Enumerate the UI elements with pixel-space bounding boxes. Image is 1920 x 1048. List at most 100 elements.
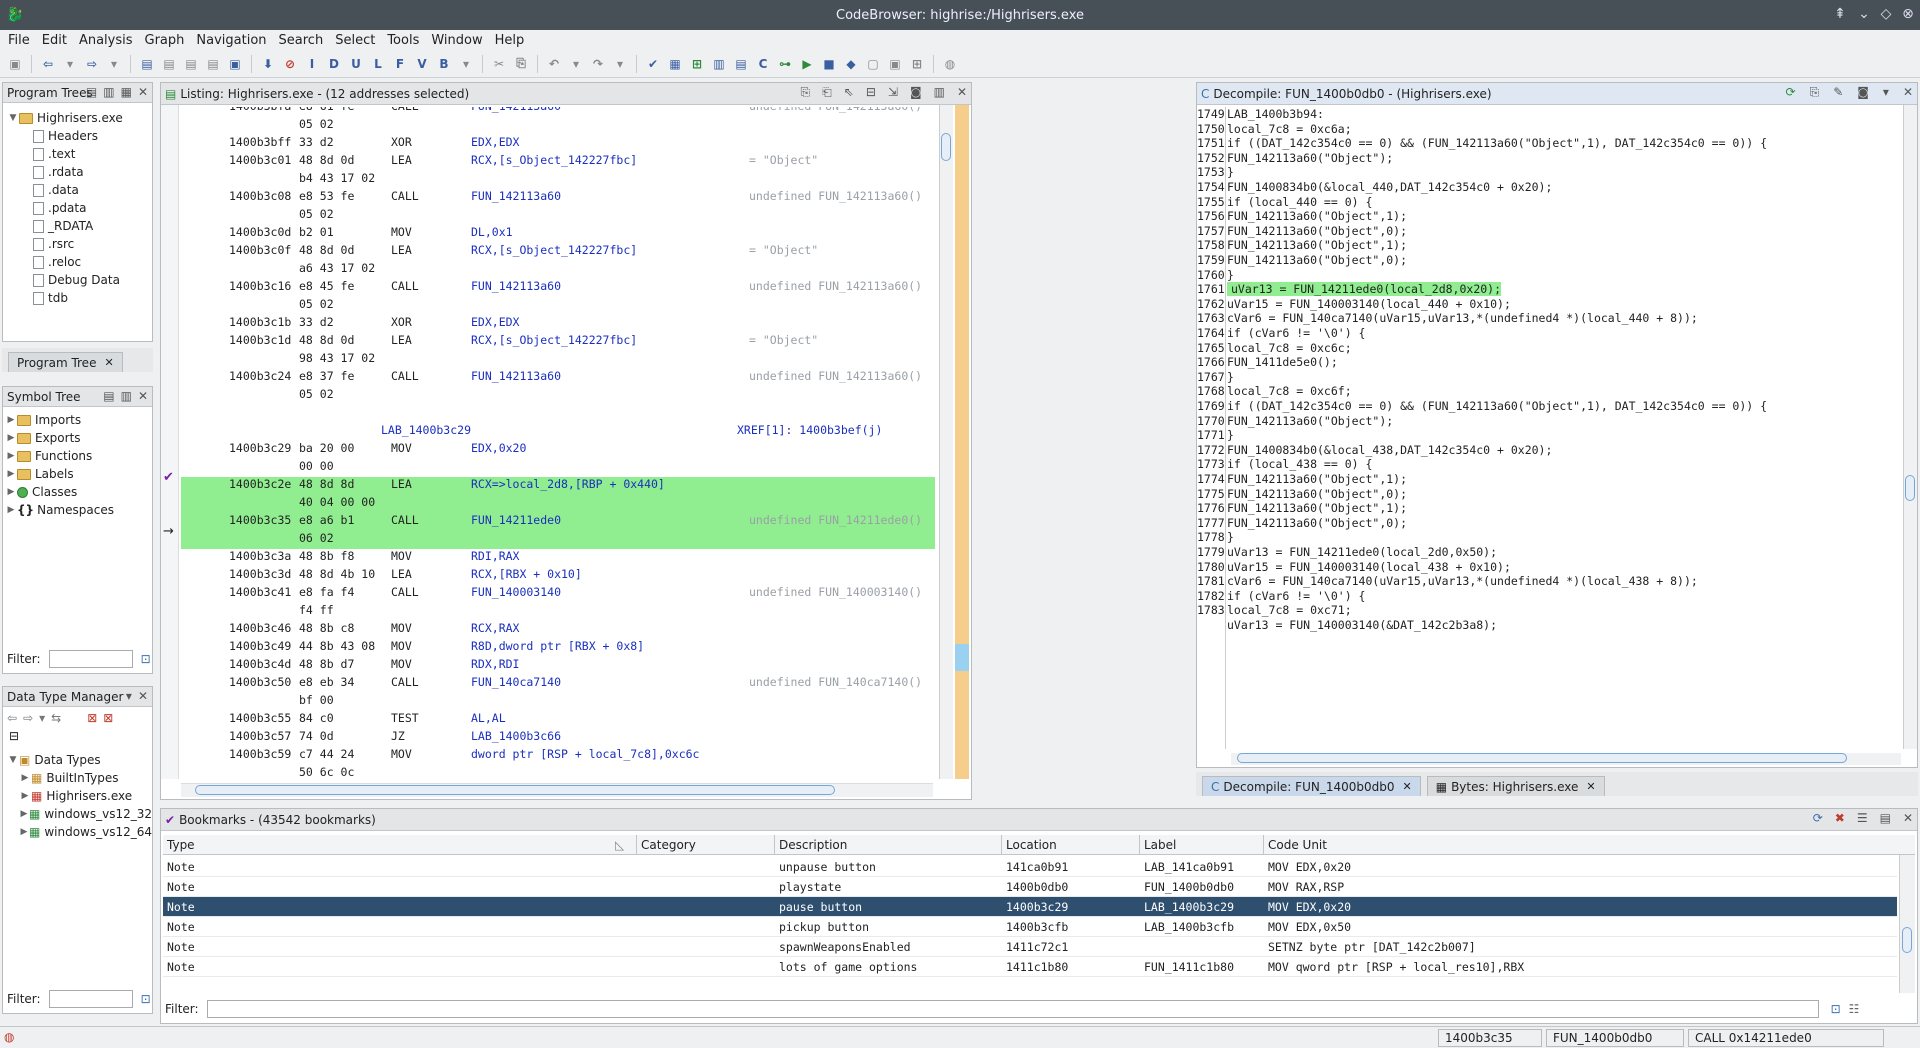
tree-item-rdata[interactable]: .rdata xyxy=(7,163,152,181)
tree-windows-32[interactable]: ▶ ▦ windows_vs12_32 xyxy=(7,805,152,823)
call-tree-icon[interactable]: ⊶ xyxy=(776,55,794,73)
decompile-line[interactable]: 1768 local_7c8 = 0xc6f; xyxy=(1197,384,1901,399)
tree-item-reloc[interactable]: .reloc xyxy=(7,253,152,271)
listing-row[interactable]: 98 43 17 02 xyxy=(181,351,935,369)
bytes-icon[interactable]: ▦ xyxy=(666,55,684,73)
edit-icon[interactable]: ✎ xyxy=(1833,85,1843,100)
tree-item-rdata-upper[interactable]: _RDATA xyxy=(7,217,152,235)
listing-operand[interactable]: EDX,0x20 xyxy=(471,441,526,455)
decompile-line[interactable]: 1758 FUN_142113a60("Object",1); xyxy=(1197,238,1901,253)
decompile-line[interactable]: 1771 } xyxy=(1197,428,1901,443)
nav-L-icon[interactable]: L xyxy=(369,55,387,73)
decompile-code[interactable]: cVar6 = FUN_140ca7140(uVar15,uVar13,*(un… xyxy=(1227,574,1698,588)
filter-options-icon[interactable]: ⊡ xyxy=(141,992,151,1006)
overview-bar[interactable] xyxy=(955,105,969,779)
tree-imports[interactable]: ▶ Imports xyxy=(5,411,152,429)
decompile-line[interactable]: 1753 } xyxy=(1197,165,1901,180)
col-code-unit[interactable]: Code Unit xyxy=(1268,838,1327,852)
minimize-button[interactable]: ⌄ xyxy=(1856,6,1872,22)
listing-row[interactable]: 06 02 xyxy=(181,531,935,549)
decompile-line[interactable]: 1761 uVar13 = FUN_14211ede0(local_2d8,0x… xyxy=(1197,282,1901,297)
listing-row[interactable]: 1400b3c01 48 8d 0d LEA RCX,[s_Object_142227… xyxy=(181,153,935,171)
function-graph-icon[interactable]: ⊞ xyxy=(688,55,706,73)
decompile-code[interactable]: FUN_142113a60("Object",1); xyxy=(1227,472,1407,486)
tree-data-types[interactable]: ▼ ▣ Data Types xyxy=(7,751,152,769)
listing-row[interactable]: 05 02 xyxy=(181,117,935,135)
decompile-line[interactable]: 1752 FUN_142113a60("Object"); xyxy=(1197,151,1901,166)
listing-row[interactable]: 1400b3c3a 48 8b f8 MOV RDI,RAX xyxy=(181,549,935,567)
menu-select[interactable]: Select xyxy=(335,33,375,48)
listing-hscroll[interactable] xyxy=(181,783,933,797)
dtm-preview-icon[interactable]: ⊟ xyxy=(3,729,152,747)
listing-row[interactable]: 1400b3bff 33 d2 XOR EDX,EDX xyxy=(181,135,935,153)
console-icon[interactable]: ◍ xyxy=(4,1030,14,1044)
decompile-line[interactable]: 1782 if (cVar6 != '\0') { xyxy=(1197,589,1901,604)
menu-help[interactable]: Help xyxy=(495,33,525,48)
close-icon[interactable]: ✕ xyxy=(138,389,148,403)
close-icon[interactable]: ✕ xyxy=(138,689,148,703)
listing-body[interactable]: 1400b3bfae8 61 feCALLFUN_142113a60undefi… xyxy=(181,107,935,779)
save-icon[interactable]: ▣ xyxy=(6,55,24,73)
listing-row[interactable]: 1400b3c49 44 8b 43 08 MOV R8D,dword ptr [RB… xyxy=(181,639,935,657)
menu-file[interactable]: File xyxy=(8,33,30,48)
decompile-code[interactable]: FUN_142113a60("Object",1); xyxy=(1227,209,1407,223)
listing-row[interactable]: 1400b3c0f 48 8d 0d LEA RCX,[s_Object_142227… xyxy=(181,243,935,261)
paste-icon[interactable]: ⎗ xyxy=(822,85,832,100)
listing-row[interactable]: 1400b3c1b 33 d2 XOR EDX,EDX xyxy=(181,315,935,333)
listing-operand[interactable]: R8D,dword ptr [RBX + 0x8] xyxy=(471,639,644,653)
maximize-button[interactable]: ◇ xyxy=(1878,6,1894,22)
redo-icon[interactable]: ↷ xyxy=(589,55,607,73)
symbol-filter-input[interactable] xyxy=(48,650,133,668)
decompile-line[interactable]: 1764 if (cVar6 != '\0') { xyxy=(1197,326,1901,341)
tree-namespaces[interactable]: ▶{} Namespaces xyxy=(5,501,152,519)
listing-row[interactable]: 1400b3c35 e8 a6 b1 CALL FUN_14211ede0 undefi… xyxy=(181,513,935,531)
table-row[interactable]: Note unpause button 141ca0b91 LAB_141ca0b91… xyxy=(163,857,1897,877)
decompile-code[interactable]: if (local_438 == 0) { xyxy=(1227,457,1372,471)
decompile-line[interactable]: 1775 FUN_142113a60("Object",0); xyxy=(1197,487,1901,502)
dtm-filter-input[interactable] xyxy=(48,990,133,1008)
filter-options-icon[interactable]: ⊡ xyxy=(1831,1002,1841,1016)
forward-dropdown-icon[interactable]: ▾ xyxy=(105,55,123,73)
decompile-code[interactable]: if (local_440 == 0) { xyxy=(1227,195,1372,209)
symbol-table-icon[interactable]: ◆ xyxy=(842,55,860,73)
listing-operand[interactable]: RCX,[RBX + 0x10] xyxy=(471,567,582,581)
listing-operand[interactable]: RDX,RDI xyxy=(471,657,519,671)
listing-operand[interactable]: EDX,EDX xyxy=(471,315,519,329)
menu-navigation[interactable]: Navigation xyxy=(196,33,266,48)
nav-F-icon[interactable]: F xyxy=(391,55,409,73)
decompile-line[interactable]: 1779 uVar13 = FUN_14211ede0(local_2d0,0x… xyxy=(1197,545,1901,560)
listing-row[interactable]: b4 43 17 02 xyxy=(181,171,935,189)
close-icon[interactable]: ✕ xyxy=(1903,85,1913,100)
decompile-line[interactable]: 1770 FUN_142113a60("Object"); xyxy=(1197,414,1901,429)
filter-off-icon[interactable]: ⊠ xyxy=(87,711,97,725)
menu-window[interactable]: Window xyxy=(431,33,482,48)
listing-row[interactable]: 1400b3c0d b2 01 MOV DL,0x1 xyxy=(181,225,935,243)
decompile-code[interactable]: uVar13 = FUN_14211ede0(local_2d0,0x50); xyxy=(1227,545,1497,559)
tree-new-icon[interactable]: ▤ xyxy=(86,85,97,99)
decompile-line[interactable]: 1780 uVar15 = FUN_140003140(local_438 + … xyxy=(1197,560,1901,575)
close-icon[interactable]: ✕ xyxy=(1903,811,1913,825)
nav-I-icon[interactable]: I xyxy=(303,55,321,73)
help-icon[interactable]: ◍ xyxy=(941,55,959,73)
decompile-line[interactable]: 1757 FUN_142113a60("Object",0); xyxy=(1197,224,1901,239)
col-location[interactable]: Location xyxy=(1006,838,1057,852)
listing-row[interactable]: 1400b3c08 e8 53 fe CALL FUN_142113a60 undefi… xyxy=(181,189,935,207)
decompile-code[interactable]: } xyxy=(1227,165,1234,179)
snapshot-icon[interactable]: ▤ xyxy=(1880,811,1891,825)
listing-row[interactable] xyxy=(181,405,935,423)
listing-row[interactable]: 1400b3c2e 48 8d 8d LEA RCX=>local_2d8,[RBP … xyxy=(181,477,935,495)
menu-analysis[interactable]: Analysis xyxy=(79,33,133,48)
listing-row[interactable]: 1400b3c4d 48 8b d7 MOV RDX,RDI xyxy=(181,657,935,675)
table-row[interactable]: Note lots of game options 1411c1b80 FUN_141… xyxy=(163,957,1897,977)
col-description[interactable]: Description xyxy=(779,838,847,852)
namespace-icon[interactable]: ▤ xyxy=(103,389,114,403)
scroll-thumb[interactable] xyxy=(1902,927,1912,953)
copy-icon[interactable]: ⎘ xyxy=(1810,85,1820,100)
close-icon[interactable]: ✕ xyxy=(1403,780,1412,793)
nav-B-icon[interactable]: B xyxy=(435,55,453,73)
memory-map-icon[interactable]: ▥ xyxy=(710,55,728,73)
tree-view-icon[interactable]: ▦ xyxy=(121,85,132,99)
sort-icon[interactable]: ◺ xyxy=(615,838,624,852)
decompile-code[interactable]: } xyxy=(1227,370,1234,384)
decompile-line[interactable]: 1754 FUN_1400834b0(&local_440,DAT_142c35… xyxy=(1197,180,1901,195)
